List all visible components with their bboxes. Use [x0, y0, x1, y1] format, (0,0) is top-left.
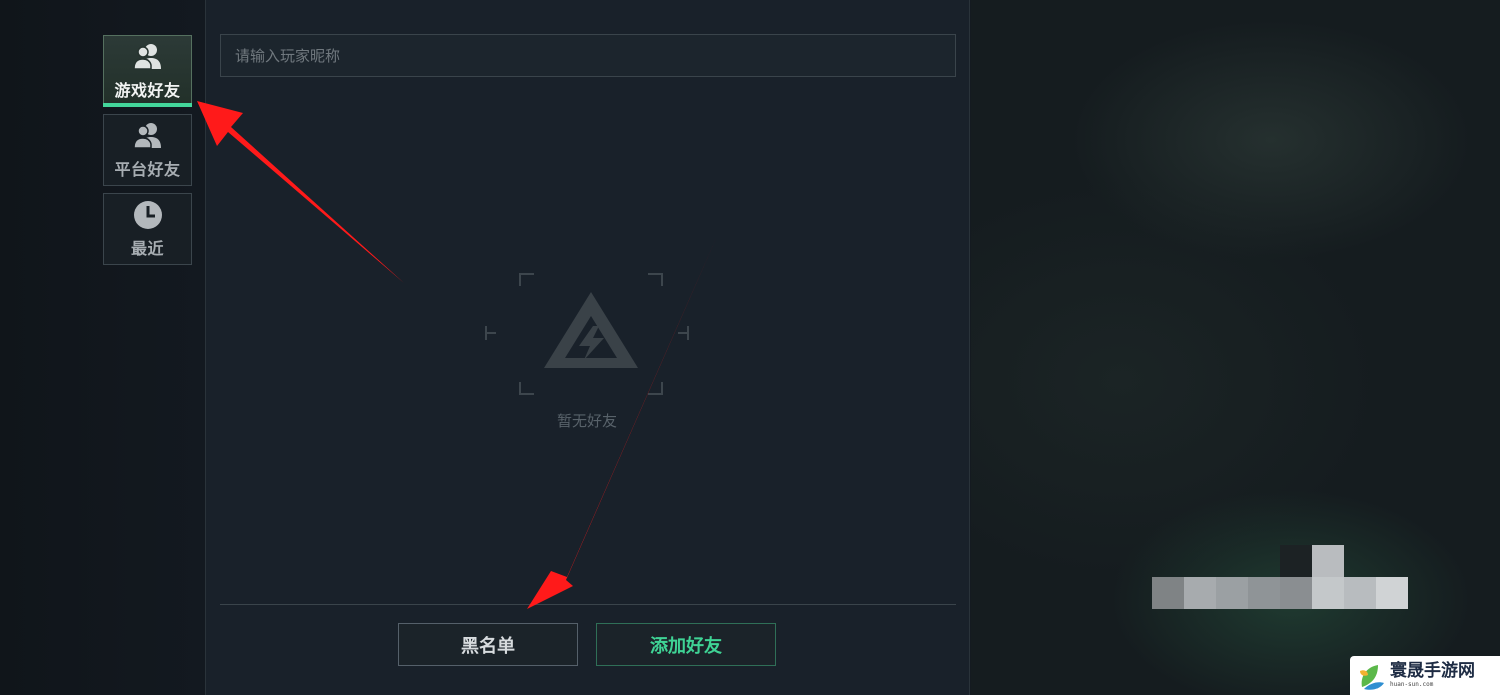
- users-icon: [132, 123, 161, 149]
- empty-state-text: 暂无好友: [556, 412, 617, 430]
- add-friend-button[interactable]: 添加好友: [596, 623, 776, 666]
- watermark-title: 寰晟手游网: [1390, 661, 1475, 681]
- watermark-subtitle: huan-sun.com: [1390, 681, 1434, 688]
- friends-panel: 暂无好友 黑名单 添加好友: [206, 0, 970, 695]
- tab-platform-friends[interactable]: 平台好友: [103, 114, 192, 186]
- footer-divider: [220, 604, 956, 605]
- warning-triangle-icon: [485, 273, 689, 395]
- search-input[interactable]: [220, 34, 956, 77]
- users-icon: [132, 44, 161, 70]
- leaf-logo-icon: [1360, 664, 1384, 690]
- watermark-logo: 寰晟手游网 huan-sun.com: [1350, 656, 1500, 695]
- tab-game-friends[interactable]: 游戏好友: [103, 35, 192, 107]
- pixelated-area: [1152, 545, 1408, 609]
- empty-state: 暂无好友: [482, 270, 692, 440]
- tab-label: 游戏好友: [114, 81, 181, 100]
- friends-sidebar: 游戏好友 平台好友 最近: [0, 0, 206, 695]
- tab-recent[interactable]: 最近: [103, 193, 192, 265]
- blacklist-button[interactable]: 黑名单: [398, 623, 578, 666]
- clock-icon: [133, 201, 162, 229]
- tab-label: 最近: [130, 239, 164, 258]
- tab-label: 平台好友: [114, 160, 181, 179]
